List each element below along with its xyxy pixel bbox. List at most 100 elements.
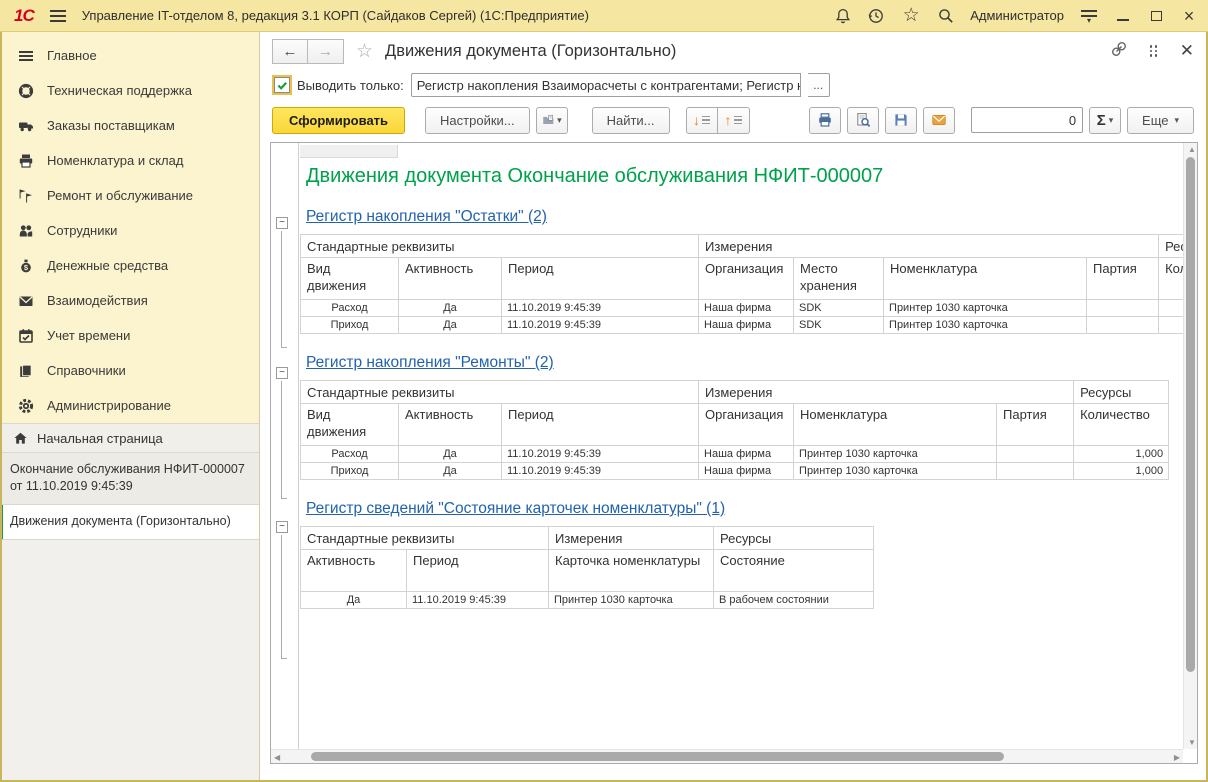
sidebar-item-books[interactable]: Справочники	[0, 353, 259, 388]
data-cell: Да	[399, 463, 502, 480]
table-row: ПриходДа11.10.2019 9:45:39Наша фирмаПрин…	[301, 463, 1169, 480]
favorite-star-icon[interactable]: ☆	[356, 40, 373, 63]
sidebar-item-label: Сотрудники	[47, 223, 117, 238]
filter-value-input[interactable]: Регистр накопления Взаиморасчеты с контр…	[411, 73, 801, 97]
find-button[interactable]: Найти...	[592, 107, 670, 134]
data-cell: SDK	[794, 317, 884, 334]
data-cell: 11.10.2019 9:45:39	[502, 300, 699, 317]
flags-icon	[18, 188, 34, 204]
data-cell	[1159, 317, 1183, 334]
register-link[interactable]: Регистр сведений "Состояние карточек ном…	[306, 497, 866, 521]
home-icon	[13, 431, 28, 446]
generate-button[interactable]: Сформировать	[272, 107, 405, 134]
sidebar-item-support[interactable]: Техническая поддержка	[0, 73, 259, 108]
history-icon[interactable]	[867, 7, 885, 25]
print-preview-button[interactable]	[847, 107, 879, 134]
mail-icon	[931, 112, 947, 128]
group-bracket-line	[281, 535, 287, 659]
sidebar-item-gear[interactable]: Администрирование	[0, 388, 259, 423]
register-link[interactable]: Регистр накопления "Ремонты" (2)	[306, 351, 554, 375]
current-user[interactable]: Администратор	[970, 8, 1064, 23]
more-menu-icon[interactable]	[1150, 45, 1158, 57]
scroll-down-icon[interactable]: ▼	[1188, 738, 1196, 747]
collapse-group-button[interactable]: −	[276, 367, 288, 379]
main-menu-icon[interactable]	[50, 7, 66, 25]
data-cell: Да	[399, 317, 502, 334]
filter-ellipsis-button[interactable]: ...	[808, 73, 830, 97]
data-cell	[1087, 317, 1159, 334]
save-button[interactable]	[885, 107, 917, 134]
sidebar-item-flags[interactable]: Ремонт и обслуживание	[0, 178, 259, 213]
collapse-group-button[interactable]: −	[276, 521, 288, 533]
grouping-strip: − − −	[271, 143, 299, 749]
sidebar-item-label: Администрирование	[47, 398, 171, 413]
sidebar-item-label: Справочники	[47, 363, 126, 378]
sidebar-item-people[interactable]: Сотрудники	[0, 213, 259, 248]
back-button[interactable]: ←	[272, 39, 308, 64]
expand-groups-button[interactable]: ↓	[686, 107, 718, 134]
group-header-cell: Ресурсы	[714, 527, 874, 550]
sum-field[interactable]	[971, 107, 1083, 133]
send-mail-button[interactable]	[923, 107, 955, 134]
close-app-button[interactable]: ×	[1180, 7, 1198, 25]
data-cell: 11.10.2019 9:45:39	[502, 446, 699, 463]
data-cell: 11.10.2019 9:45:39	[502, 463, 699, 480]
open-window-tab[interactable]: Окончание обслуживания НФИТ-000007 от 11…	[0, 453, 259, 505]
sidebar-empty-area	[0, 540, 259, 782]
column-header-cell: Состояние	[714, 550, 874, 592]
open-window-tab[interactable]: Движения документа (Горизонтально)	[0, 505, 259, 540]
data-cell: Расход	[301, 446, 399, 463]
main-window: ← → ☆ Движения документа (Горизонтально)…	[260, 32, 1208, 782]
sidebar-item-menu[interactable]: Главное	[0, 38, 259, 73]
sidebar: ГлавноеТехническая поддержкаЗаказы поста…	[0, 32, 260, 782]
sidebar-item-label: Денежные средства	[47, 258, 168, 273]
filter-label: Выводить только:	[297, 78, 404, 93]
column-header-cell: Количество	[1159, 258, 1183, 300]
sections-menu: ГлавноеТехническая поддержкаЗаказы поста…	[0, 32, 259, 423]
group-header-cell: Ресурсы	[1159, 235, 1183, 258]
report-variants-button[interactable]: ▾	[536, 107, 568, 134]
horizontal-scroll-thumb[interactable]	[311, 752, 1004, 761]
maximize-button[interactable]	[1147, 7, 1165, 25]
horizontal-scrollbar[interactable]: ◀ ▶	[271, 749, 1183, 763]
sort-ascending-icon: ↑	[725, 113, 742, 127]
service-menu-icon[interactable]: ▾	[1079, 8, 1099, 23]
window-header: ← → ☆ Движения документа (Горизонтально)…	[260, 32, 1208, 70]
column-header-cell: Активность	[399, 404, 502, 446]
scroll-up-icon[interactable]: ▲	[1188, 145, 1196, 154]
more-actions-button[interactable]: Еще▾	[1127, 107, 1194, 134]
settings-button[interactable]: Настройки...	[425, 107, 530, 134]
data-cell: Наша фирма	[699, 317, 794, 334]
column-header-cell: Активность	[399, 258, 502, 300]
sidebar-item-truck[interactable]: Заказы поставщикам	[0, 108, 259, 143]
data-cell: Принтер 1030 карточка	[794, 463, 997, 480]
sidebar-item-calendar[interactable]: Учет времени	[0, 318, 259, 353]
register-table: Стандартные реквизитыИзмеренияРесурсыВид…	[300, 234, 1183, 334]
sidebar-item-printer[interactable]: Номенклатура и склад	[0, 143, 259, 178]
minimize-button[interactable]	[1114, 7, 1132, 25]
favorites-star-icon[interactable]: ☆	[902, 7, 920, 25]
sum-function-button[interactable]: Σ▾	[1089, 107, 1121, 134]
vertical-scroll-thumb[interactable]	[1186, 157, 1195, 672]
scroll-left-icon[interactable]: ◀	[274, 753, 280, 762]
notifications-bell-icon[interactable]	[834, 7, 852, 25]
vertical-scrollbar[interactable]: ▲ ▼	[1183, 143, 1197, 749]
data-cell	[1087, 300, 1159, 317]
printer-icon	[18, 153, 34, 169]
home-page-bar[interactable]: Начальная страница	[0, 423, 259, 453]
forward-button[interactable]: →	[308, 39, 344, 64]
register-link[interactable]: Регистр накопления "Остатки" (2)	[306, 205, 547, 229]
print-button[interactable]	[809, 107, 841, 134]
filter-checkbox[interactable]	[274, 77, 290, 93]
scroll-right-icon[interactable]: ▶	[1174, 753, 1180, 762]
close-window-button[interactable]: ✕	[1180, 41, 1194, 61]
sidebar-item-mail[interactable]: Взаимодействия	[0, 283, 259, 318]
collapse-groups-button[interactable]: ↑	[718, 107, 750, 134]
group-header-cell: Стандартные реквизиты	[301, 235, 699, 258]
data-cell: Да	[301, 592, 407, 609]
sheet-viewport: Движения документа Окончание обслуживани…	[300, 143, 1183, 749]
collapse-group-button[interactable]: −	[276, 217, 288, 229]
global-search-icon[interactable]	[937, 7, 955, 25]
get-link-icon[interactable]	[1110, 40, 1128, 63]
sidebar-item-money[interactable]: Денежные средства	[0, 248, 259, 283]
